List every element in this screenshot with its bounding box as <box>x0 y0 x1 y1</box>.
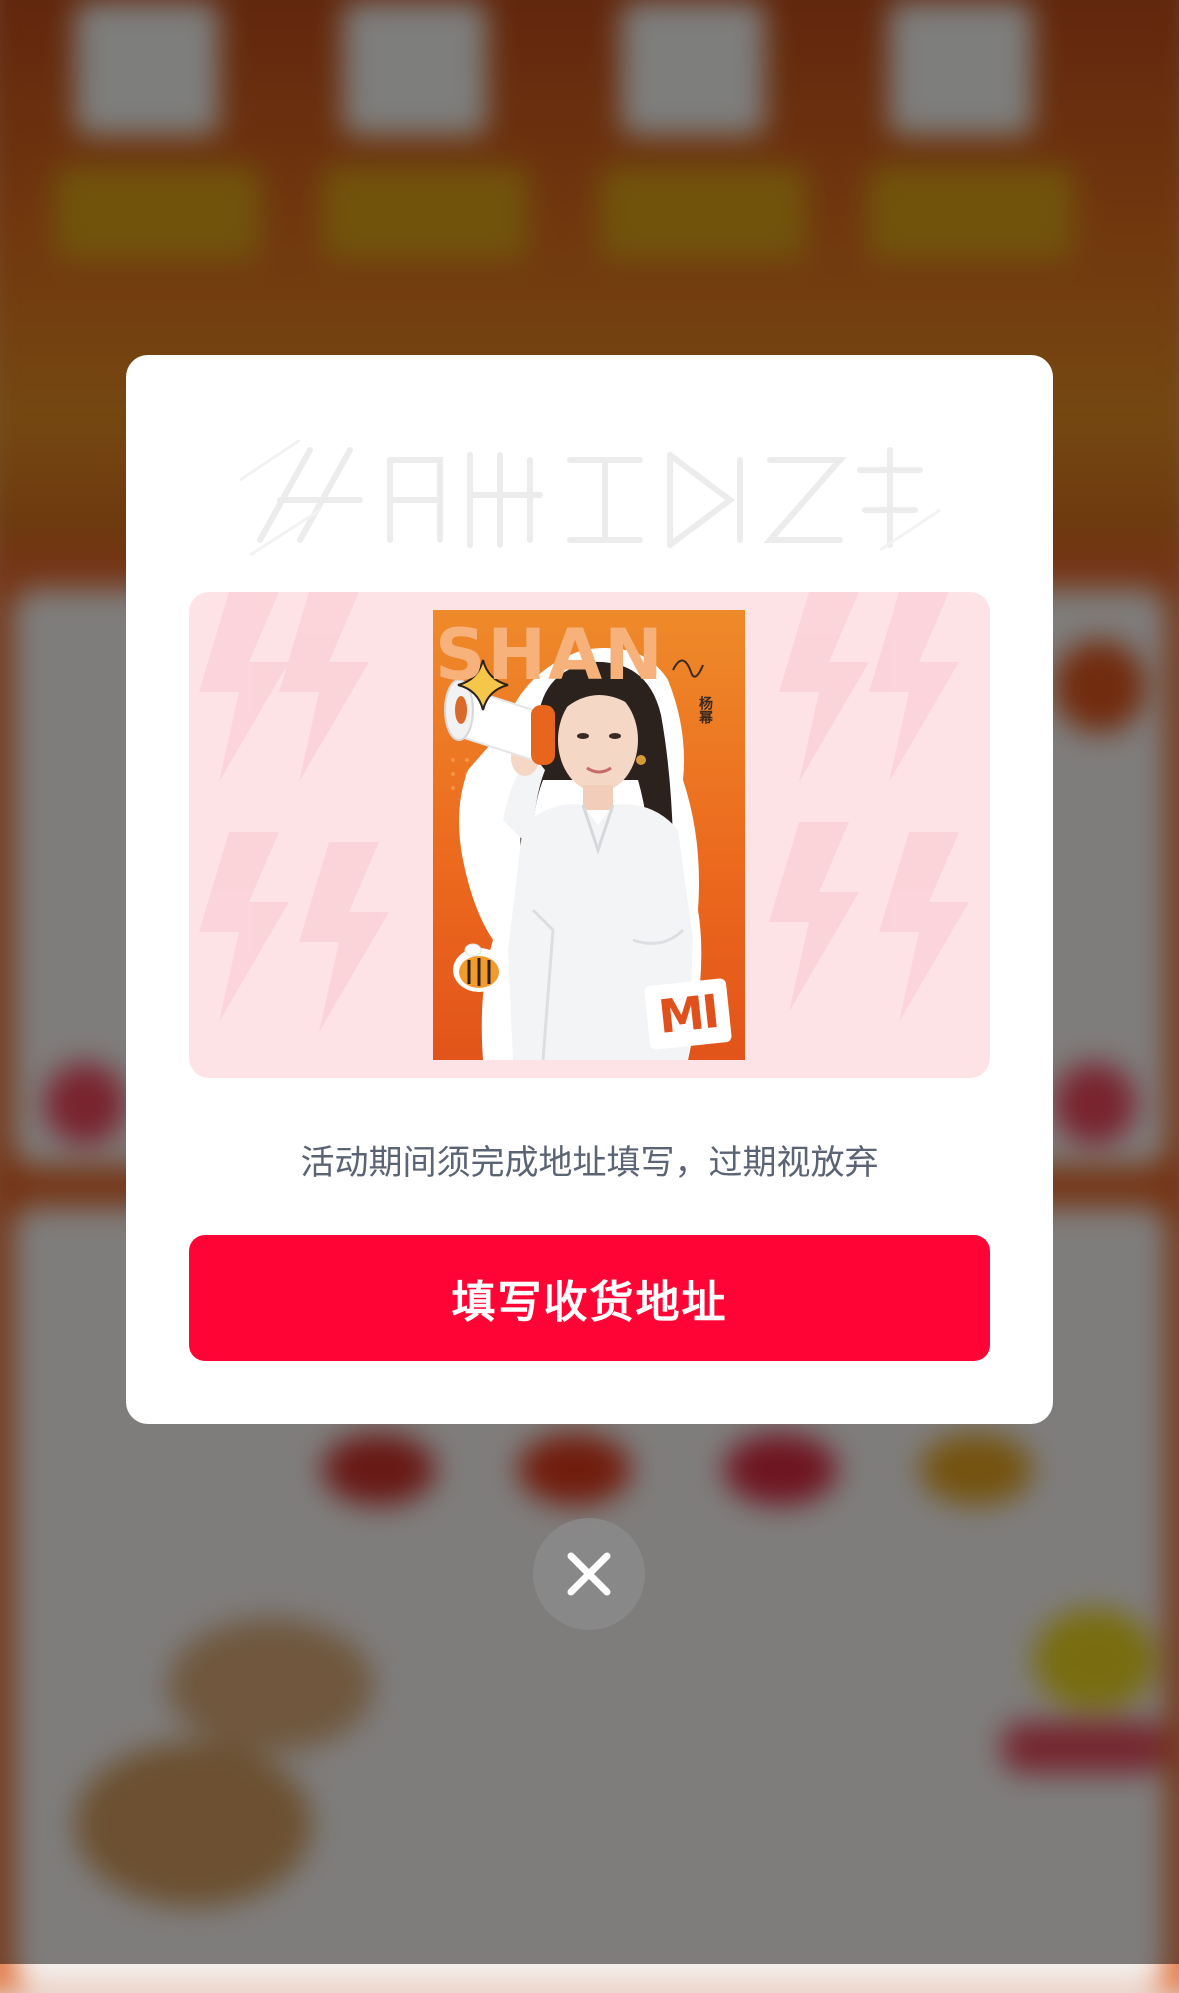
close-button[interactable] <box>533 1518 645 1630</box>
fill-address-button[interactable]: 填写收货地址 <box>189 1235 990 1361</box>
endorser-name: 杨幂 <box>697 696 713 724</box>
spokesperson-poster: SHAN 杨幂 MI <box>433 610 745 1060</box>
mi-badge-text: MI <box>655 984 721 1044</box>
deadline-notice: 活动期间须完成地址填写，过期视放弃 <box>300 1143 879 1183</box>
promo-banner: SHAN 杨幂 MI <box>189 592 990 1078</box>
close-icon <box>567 1552 611 1596</box>
faded-title-artwork <box>126 440 1053 560</box>
address-reminder-dialog: SHAN 杨幂 MI 活动期间须完成地址填写，过期视放弃 填写收货地址 <box>126 355 1053 1424</box>
mi-badge: MI <box>643 977 733 1051</box>
poster-brand-text: SHAN <box>435 614 665 696</box>
